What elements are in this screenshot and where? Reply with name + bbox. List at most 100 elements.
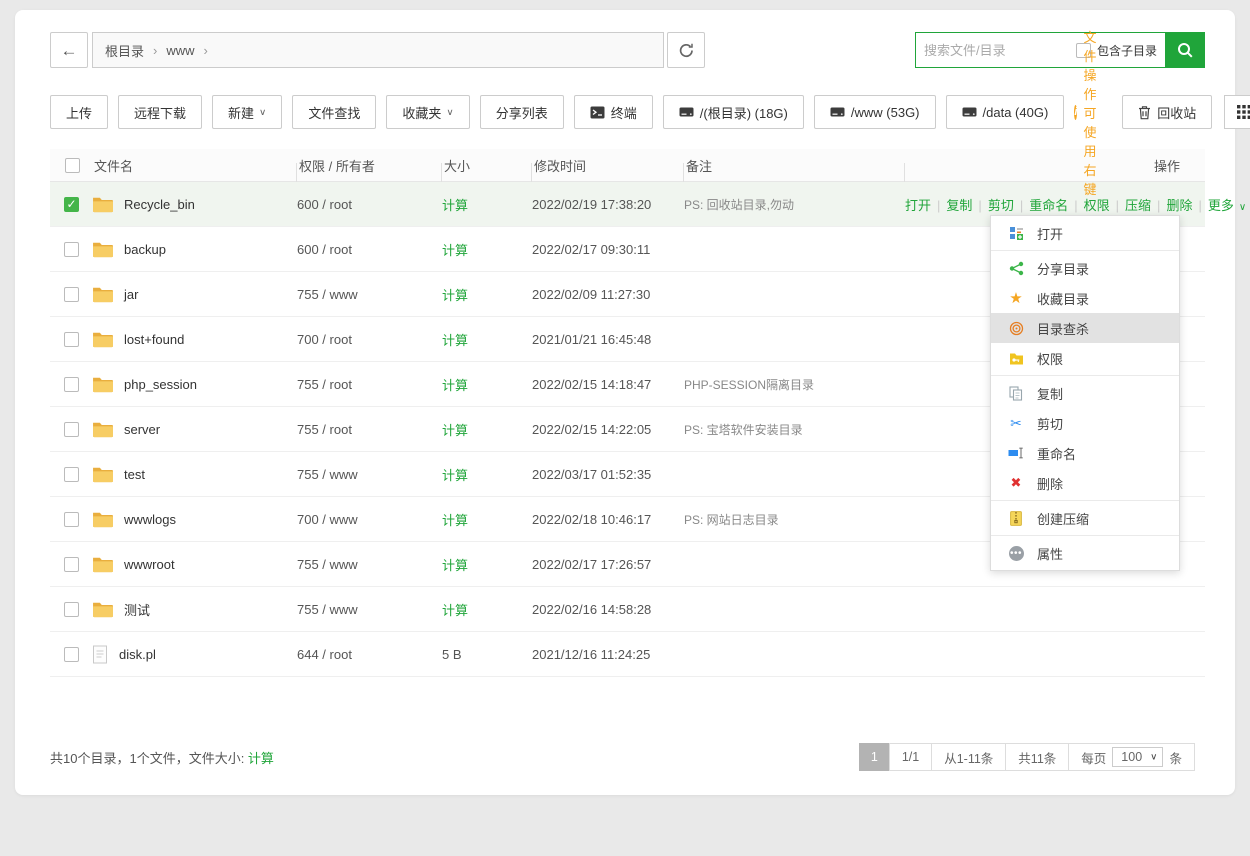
size-calc-link[interactable]: 计算 xyxy=(442,378,468,393)
header-size[interactable]: 大小 xyxy=(442,156,532,175)
file-name-cell[interactable]: lost+found xyxy=(92,330,297,348)
table-row[interactable]: disk.pl 644 / root 5 B 2021/12/16 11:24:… xyxy=(50,632,1205,677)
header-action: 操作 xyxy=(905,156,1205,175)
header-permission[interactable]: 权限 / 所有者 xyxy=(297,156,442,175)
size-calc-link[interactable]: 计算 xyxy=(442,603,468,618)
per-page-control: 每页 100 ∨ 条 xyxy=(1068,743,1195,771)
size-calc-link[interactable]: 计算 xyxy=(442,468,468,483)
file-name-cell[interactable]: Recycle_bin xyxy=(92,195,297,213)
per-page-select[interactable]: 100 ∨ xyxy=(1112,747,1163,767)
size-calc-link[interactable]: 计算 xyxy=(442,513,468,528)
share-list-label: 分享列表 xyxy=(496,103,548,122)
row-checkbox[interactable] xyxy=(64,602,79,617)
action-compress[interactable]: 压缩 xyxy=(1125,198,1151,213)
disk-icon xyxy=(830,106,845,118)
row-checkbox[interactable] xyxy=(64,512,79,527)
row-checkbox[interactable] xyxy=(64,197,79,212)
row-checkbox[interactable] xyxy=(64,332,79,347)
menu-item-share-dir[interactable]: 分享目录 xyxy=(991,253,1179,283)
disk-www-button[interactable]: /www (53G) xyxy=(814,95,936,129)
summary-calc-link[interactable]: 计算 xyxy=(248,751,274,766)
menu-item-delete[interactable]: ✖ 删除 xyxy=(991,468,1179,498)
file-note: PS: 宝塔软件安装目录 xyxy=(684,421,905,438)
share-list-button[interactable]: 分享列表 xyxy=(480,95,564,129)
file-name-cell[interactable]: backup xyxy=(92,240,297,258)
action-rename[interactable]: 重命名 xyxy=(1029,198,1068,213)
header-filename[interactable]: 文件名 xyxy=(92,156,297,175)
search-input[interactable] xyxy=(916,34,1076,66)
terminal-button[interactable]: 终端 xyxy=(574,95,653,129)
file-name-cell[interactable]: php_session xyxy=(92,375,297,393)
header-note[interactable]: 备注 xyxy=(684,156,905,175)
menu-item-open[interactable]: 打开 xyxy=(991,218,1179,248)
row-checkbox[interactable] xyxy=(64,557,79,572)
file-name-cell[interactable]: server xyxy=(92,420,297,438)
menu-item-properties[interactable]: ••• 属性 xyxy=(991,538,1179,568)
menu-item-create-archive[interactable]: 创建压缩 xyxy=(991,503,1179,533)
action-open[interactable]: 打开 xyxy=(905,198,931,213)
row-checkbox[interactable] xyxy=(64,287,79,302)
menu-item-favorite-dir[interactable]: ★ 收藏目录 xyxy=(991,283,1179,313)
select-all-checkbox[interactable] xyxy=(65,158,80,173)
size-calc-link[interactable]: 计算 xyxy=(442,333,468,348)
page-range-indicator: 从1-11条 xyxy=(931,743,1006,771)
file-name-cell[interactable]: jar xyxy=(92,285,297,303)
row-checkbox[interactable] xyxy=(64,377,79,392)
recycle-bin-button[interactable]: 回收站 xyxy=(1122,95,1212,129)
size-calc-link[interactable]: 计算 xyxy=(442,423,468,438)
upload-button[interactable]: 上传 xyxy=(50,95,108,129)
action-more[interactable]: 更多∨ xyxy=(1208,198,1246,213)
disk-data-label: /data (40G) xyxy=(983,105,1049,120)
file-name-cell[interactable]: disk.pl xyxy=(92,645,297,664)
action-cut[interactable]: 剪切 xyxy=(988,198,1014,213)
disk-root-button[interactable]: /(根目录) (18G) xyxy=(663,95,804,129)
remote-download-button[interactable]: 远程下载 xyxy=(118,95,202,129)
size-calc-link[interactable]: 计算 xyxy=(442,198,468,213)
menu-separator xyxy=(991,250,1179,251)
action-permission[interactable]: 权限 xyxy=(1084,198,1110,213)
search-button[interactable] xyxy=(1165,32,1205,68)
action-delete[interactable]: 删除 xyxy=(1166,198,1192,213)
file-find-button[interactable]: 文件查找 xyxy=(292,95,376,129)
menu-item-cut[interactable]: ✂ 剪切 xyxy=(991,408,1179,438)
folder-icon xyxy=(92,555,113,573)
menu-item-label: 收藏目录 xyxy=(1037,289,1089,308)
grid-view-button[interactable] xyxy=(1224,95,1250,129)
row-checkbox[interactable] xyxy=(64,242,79,257)
file-name-cell[interactable]: 测试 xyxy=(92,600,297,619)
size-calc-link[interactable]: 计算 xyxy=(442,243,468,258)
search-icon xyxy=(1177,42,1194,59)
action-separator: | xyxy=(1020,198,1023,213)
table-row[interactable]: 测试 755 / www 计算 2022/02/16 14:58:28 xyxy=(50,587,1205,632)
info-icon: i xyxy=(1074,105,1077,120)
action-separator: | xyxy=(1074,198,1077,213)
row-checkbox[interactable] xyxy=(64,467,79,482)
menu-item-copy[interactable]: 复制 xyxy=(991,378,1179,408)
menu-item-dir-scan[interactable]: 目录查杀 xyxy=(991,313,1179,343)
page-1-button[interactable]: 1 xyxy=(859,743,890,771)
header-mtime[interactable]: 修改时间 xyxy=(532,156,684,175)
delete-x-icon: ✖ xyxy=(1008,475,1024,491)
row-checkbox[interactable] xyxy=(64,647,79,662)
size-calc-link[interactable]: 计算 xyxy=(442,288,468,303)
file-name-cell[interactable]: test xyxy=(92,465,297,483)
file-size: 5 B xyxy=(442,647,532,662)
action-copy[interactable]: 复制 xyxy=(946,198,972,213)
row-checkbox[interactable] xyxy=(64,422,79,437)
size-calc-link[interactable]: 计算 xyxy=(442,558,468,573)
menu-item-rename[interactable]: 重命名 xyxy=(991,438,1179,468)
back-button[interactable]: ← xyxy=(50,32,88,68)
breadcrumb-sep-icon: › xyxy=(204,43,208,58)
refresh-button[interactable] xyxy=(667,32,705,68)
breadcrumb-www[interactable]: www xyxy=(166,43,194,58)
favorites-button[interactable]: 收藏夹 ∨ xyxy=(386,95,469,129)
new-button[interactable]: 新建 ∨ xyxy=(212,95,282,129)
disk-data-button[interactable]: /data (40G) xyxy=(946,95,1065,129)
breadcrumb-root[interactable]: 根目录 xyxy=(105,41,144,60)
menu-item-permission[interactable]: 权限 xyxy=(991,343,1179,373)
file-name-cell[interactable]: wwwroot xyxy=(92,555,297,573)
file-perm: 755 / www xyxy=(297,557,442,572)
file-mtime: 2022/02/18 10:46:17 xyxy=(532,512,684,527)
folder-icon xyxy=(92,420,113,438)
file-name-cell[interactable]: wwwlogs xyxy=(92,510,297,528)
